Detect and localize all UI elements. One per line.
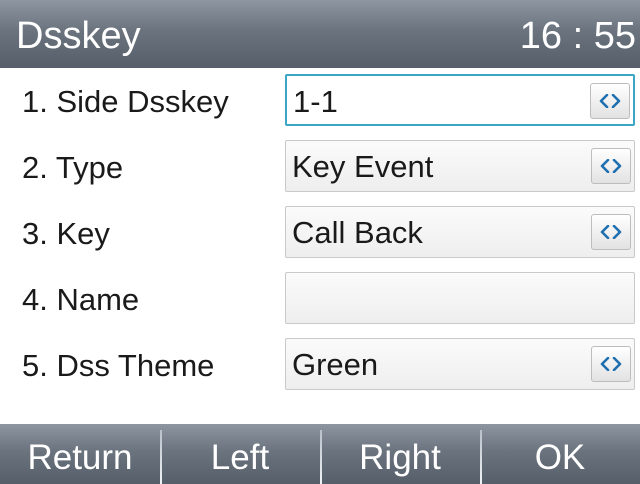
- row-name: 4. Name: [0, 268, 640, 334]
- switch-button[interactable]: [591, 214, 631, 250]
- left-right-arrows-icon: [599, 94, 621, 108]
- left-softkey[interactable]: Left: [160, 424, 320, 484]
- field-value: Green: [292, 347, 379, 382]
- softkey-bar: Return Left Right OK: [0, 424, 640, 484]
- row-side-dsskey: 1. Side Dsskey 1-1: [0, 70, 640, 136]
- field-value: Key Event: [292, 149, 434, 184]
- left-right-arrows-icon: [600, 225, 622, 239]
- row-label: 1. Side Dsskey: [22, 84, 229, 119]
- return-softkey[interactable]: Return: [0, 424, 160, 484]
- side-dsskey-select[interactable]: 1-1: [285, 74, 635, 126]
- row-type: 2. Type Key Event: [0, 136, 640, 202]
- left-right-arrows-icon: [600, 159, 622, 173]
- switch-button[interactable]: [591, 346, 631, 382]
- row-label: 3. Key: [22, 216, 110, 251]
- left-right-arrows-icon: [600, 357, 622, 371]
- key-select[interactable]: Call Back: [285, 206, 635, 258]
- field-value: Call Back: [292, 215, 423, 250]
- clock: 16 : 55: [519, 15, 636, 57]
- field-value: 1-1: [293, 84, 338, 119]
- title-bar: Dsskey 16 : 55: [0, 0, 640, 68]
- row-dss-theme: 5. Dss Theme Green: [0, 334, 640, 400]
- settings-list: 1. Side Dsskey 1-1 2. Type Key Event 3. …: [0, 68, 640, 424]
- name-input[interactable]: [285, 272, 635, 324]
- switch-button[interactable]: [591, 148, 631, 184]
- row-label: 4. Name: [22, 282, 140, 317]
- row-key: 3. Key Call Back: [0, 202, 640, 268]
- row-label: 2. Type: [22, 150, 124, 185]
- ok-softkey[interactable]: OK: [480, 424, 640, 484]
- page-title: Dsskey: [16, 15, 141, 57]
- type-select[interactable]: Key Event: [285, 140, 635, 192]
- row-label: 5. Dss Theme: [22, 348, 215, 383]
- dss-theme-select[interactable]: Green: [285, 338, 635, 390]
- switch-button[interactable]: [590, 83, 630, 119]
- right-softkey[interactable]: Right: [320, 424, 480, 484]
